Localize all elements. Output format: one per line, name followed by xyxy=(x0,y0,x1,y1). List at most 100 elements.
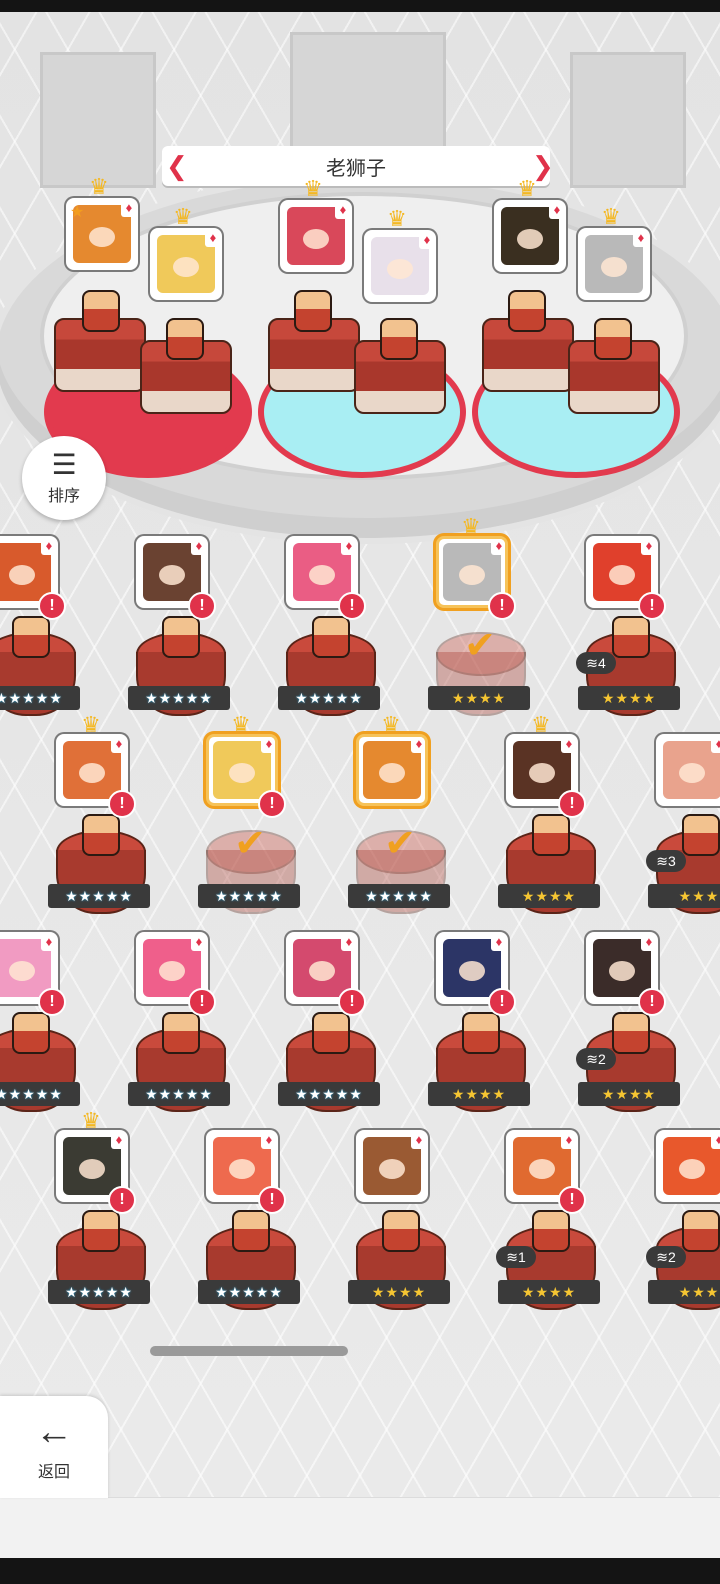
chevron-left-icon[interactable]: ❮ xyxy=(166,152,188,180)
unit-sprite xyxy=(82,1210,120,1252)
alert-badge: ! xyxy=(258,1186,286,1214)
arena-pillar xyxy=(570,52,686,188)
diamond-suit-icon: ♦ xyxy=(261,737,275,753)
checkmark-icon: ✔ xyxy=(384,823,416,865)
diamond-suit-icon: ♦ xyxy=(641,539,655,555)
unit-sprite xyxy=(612,616,650,658)
unit-portrait[interactable]: ♦ xyxy=(356,734,428,806)
alert-badge: ! xyxy=(258,790,286,818)
alert-badge: ! xyxy=(558,1186,586,1214)
star-rating: ★★★★★ xyxy=(128,1082,230,1106)
alert-badge: ! xyxy=(338,592,366,620)
alert-badge: ! xyxy=(38,592,66,620)
team-portrait[interactable]: ♦ xyxy=(364,230,436,302)
crown-icon: ♛ xyxy=(601,204,621,229)
diamond-suit-icon: ♦ xyxy=(711,1133,720,1149)
unit-sprite xyxy=(82,814,120,856)
team-portrait[interactable]: ♦ xyxy=(578,228,650,300)
star-rating: ★★★★★ xyxy=(0,686,80,710)
sort-button[interactable]: ☰ 排序 xyxy=(22,436,106,520)
team-portrait[interactable]: ♦ xyxy=(494,200,566,272)
alert-badge: ! xyxy=(638,592,666,620)
star-rating: ★★★★★ xyxy=(348,884,450,908)
star-rating: ★★★ xyxy=(648,1280,720,1304)
star-rating: ★★★★★ xyxy=(48,884,150,908)
crown-icon: ♛ xyxy=(303,176,323,201)
alert-badge: ! xyxy=(188,988,216,1016)
unit-pedestal: ★★★★★ xyxy=(48,1210,150,1324)
unit-pedestal: ★★★★ ✔ xyxy=(428,622,530,730)
star-rating: ★★★★ xyxy=(578,1082,680,1106)
unit-portrait[interactable]: ♦ xyxy=(356,1130,428,1202)
checkmark-icon: ✔ xyxy=(234,823,266,865)
unit-pedestal: ★★★★ xyxy=(428,1012,530,1126)
crown-icon: ♛ xyxy=(387,206,407,231)
unit-pedestal: ★★★★ xyxy=(498,1210,600,1324)
unit-pedestal: ★★★★★ xyxy=(0,1012,80,1126)
back-label: 返回 xyxy=(37,1464,70,1481)
alert-badge: ! xyxy=(188,592,216,620)
team-unit-sprite xyxy=(380,318,418,360)
scrollbar-thumb[interactable] xyxy=(150,1346,348,1356)
bottom-strip xyxy=(0,1497,720,1558)
diamond-suit-icon: ♦ xyxy=(419,233,433,249)
star-rating: ★★★★★ xyxy=(48,1280,150,1304)
team-title-banner[interactable]: ❮ 老狮子 ❯ xyxy=(162,146,554,186)
duplicate-count-badge: ≋3 xyxy=(646,850,686,872)
unit-sprite xyxy=(382,1210,420,1252)
team-title: 老狮子 xyxy=(326,157,386,180)
alert-badge: ! xyxy=(488,988,516,1016)
unit-pedestal: ★★★★★ xyxy=(128,616,230,730)
unit-sprite xyxy=(532,814,570,856)
diamond-suit-icon: ♦ xyxy=(561,737,575,753)
crown-icon: ♛ xyxy=(231,712,251,737)
team-unit-sprite xyxy=(294,290,332,332)
crown-icon: ♛ xyxy=(89,174,109,199)
team-portrait[interactable]: ♦ xyxy=(280,200,352,272)
crown-icon: ♛ xyxy=(173,204,193,229)
diamond-suit-icon: ♦ xyxy=(121,201,135,217)
star-rating: ★★★★ xyxy=(428,1082,530,1106)
diamond-suit-icon: ♦ xyxy=(335,203,349,219)
diamond-suit-icon: ♦ xyxy=(111,1133,125,1149)
team-portrait[interactable]: ♦ xyxy=(150,228,222,300)
star-rating: ★★★★ xyxy=(428,686,530,710)
unit-pedestal: ★★★★★ xyxy=(278,1012,380,1126)
crown-icon: ♛ xyxy=(517,176,537,201)
duplicate-count-badge: ≋2 xyxy=(576,1048,616,1070)
star-rating: ★★★★★ xyxy=(198,1280,300,1304)
unit-pedestal: ★★★★★ xyxy=(278,616,380,730)
unit-pedestal: ★★★★ xyxy=(498,814,600,928)
unit-pedestal: ★★★★★ xyxy=(128,1012,230,1126)
unit-sprite xyxy=(162,1012,200,1054)
unit-sprite xyxy=(312,616,350,658)
diamond-suit-icon: ♦ xyxy=(711,737,720,753)
unit-pedestal: ★★★★★ ✔ xyxy=(198,820,300,928)
unit-portrait[interactable]: ♦ xyxy=(656,1130,720,1202)
system-nav-bar xyxy=(0,1558,720,1584)
unit-sprite xyxy=(312,1012,350,1054)
crown-icon: ♛ xyxy=(81,1108,101,1133)
diamond-suit-icon: ♦ xyxy=(341,539,355,555)
checkmark-icon: ✔ xyxy=(464,625,496,667)
crown-icon: ♛ xyxy=(531,712,551,737)
diamond-suit-icon: ♦ xyxy=(633,231,647,247)
star-rating: ★★★★ xyxy=(498,1280,600,1304)
unit-pedestal: ★★★ xyxy=(648,1210,720,1324)
star-rating: ★★★★ xyxy=(498,884,600,908)
team-unit-sprite xyxy=(82,290,120,332)
team-unit-sprite xyxy=(594,318,632,360)
unit-pedestal: ★★★★ xyxy=(348,1210,450,1324)
alert-badge: ! xyxy=(38,988,66,1016)
unit-sprite xyxy=(682,1210,720,1252)
star-rating: ★★★★★ xyxy=(278,1082,380,1106)
star-icon: ★ xyxy=(70,204,85,221)
team-unit-sprite xyxy=(166,318,204,360)
status-bar xyxy=(0,0,720,12)
unit-portrait[interactable]: ♦ xyxy=(656,734,720,806)
back-button[interactable]: ← 返回 xyxy=(0,1396,108,1498)
unit-sprite xyxy=(612,1012,650,1054)
diamond-suit-icon: ♦ xyxy=(191,539,205,555)
diamond-suit-icon: ♦ xyxy=(491,539,505,555)
star-rating: ★★★★★ xyxy=(278,686,380,710)
